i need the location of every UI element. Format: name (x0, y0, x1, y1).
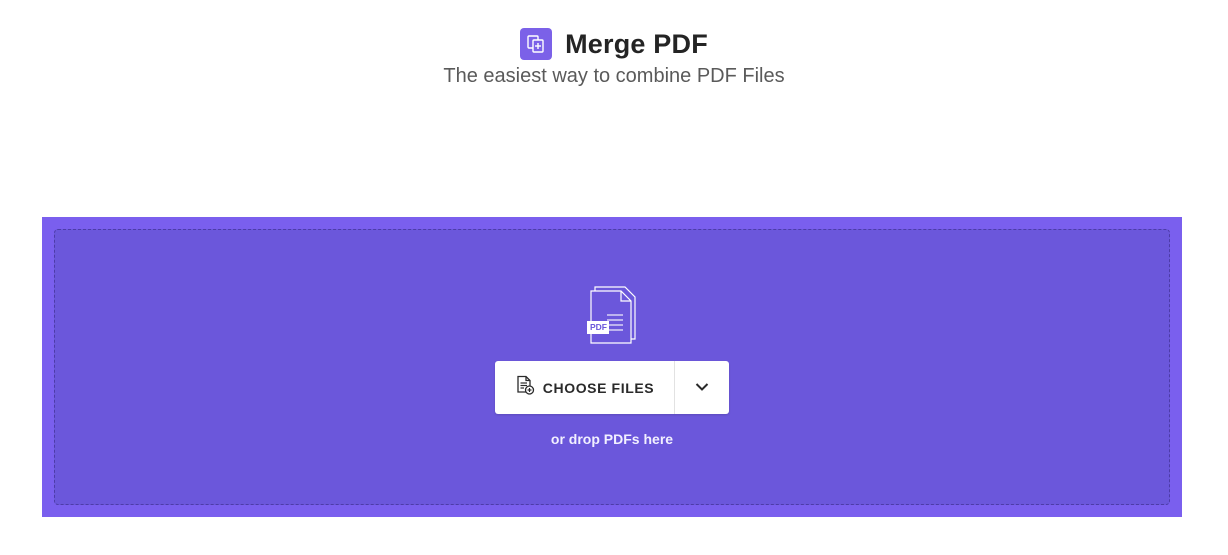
merge-pdf-icon (520, 28, 553, 60)
pdf-badge-label: PDF (590, 322, 607, 332)
pdf-documents-icon: PDF (585, 285, 643, 345)
page: Merge PDF The easiest way to combine PDF… (0, 0, 1228, 555)
choose-files-button[interactable]: CHOOSE FILES (495, 361, 675, 414)
file-add-icon (515, 375, 535, 400)
title-row: Merge PDF (0, 26, 1228, 62)
dropzone[interactable]: PDF CHOOSE FILES or drop PDFs here (42, 217, 1182, 517)
header: Merge PDF The easiest way to combine PDF… (0, 26, 1228, 88)
page-title: Merge PDF (565, 28, 708, 59)
choose-files-button-group: CHOOSE FILES (495, 361, 729, 414)
source-dropdown-button[interactable] (675, 361, 729, 414)
choose-files-label: CHOOSE FILES (542, 379, 655, 396)
chevron-down-icon (695, 379, 709, 397)
drop-hint: or drop PDFs here (550, 431, 674, 447)
page-subtitle: The easiest way to combine PDF Files (443, 65, 785, 87)
dropzone-dashed-area[interactable]: PDF CHOOSE FILES or drop PDFs here (54, 229, 1170, 505)
